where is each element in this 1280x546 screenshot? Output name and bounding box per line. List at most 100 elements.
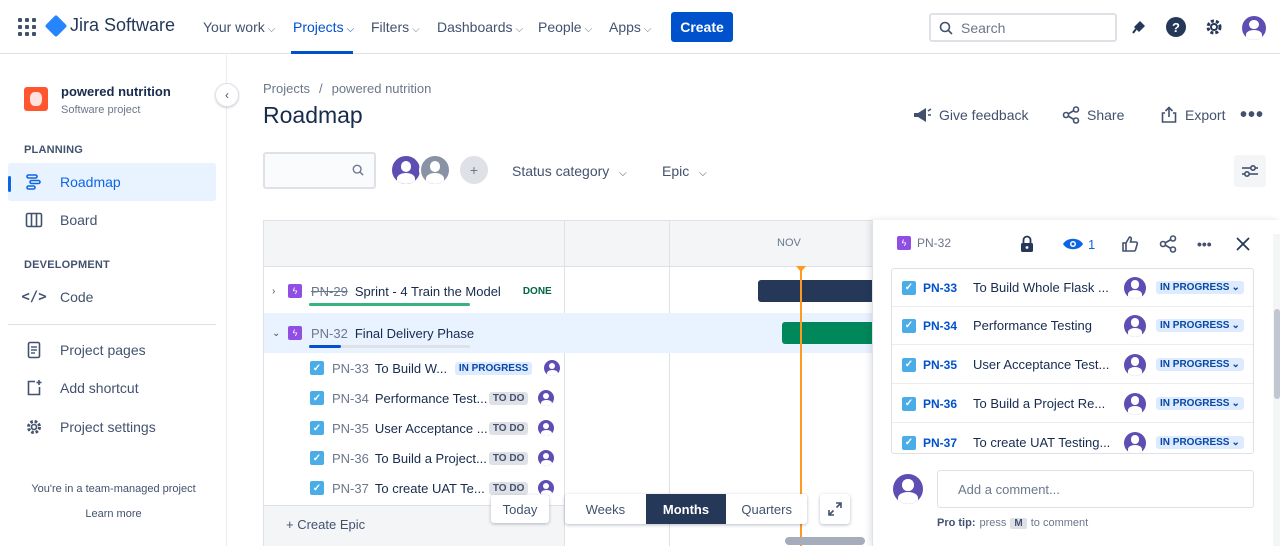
assignee-avatar[interactable] bbox=[1124, 314, 1146, 337]
eye-icon bbox=[1063, 238, 1083, 250]
issue-summary: User Acceptance ... bbox=[374, 420, 487, 436]
sidebar-item-project-settings[interactable]: Project settings bbox=[8, 408, 216, 446]
like-icon[interactable] bbox=[1121, 234, 1139, 254]
create-epic-button[interactable]: + Create Epic bbox=[286, 517, 365, 532]
sidebar-item-project-pages[interactable]: Project pages bbox=[8, 331, 216, 369]
export-button[interactable]: Export bbox=[1160, 106, 1225, 124]
issue-summary: Performance Testing bbox=[973, 318, 1092, 333]
close-icon[interactable] bbox=[1235, 234, 1251, 254]
settings-gear-icon[interactable] bbox=[1203, 16, 1225, 38]
breadcrumb-projects[interactable]: Projects bbox=[263, 81, 310, 96]
issue-key[interactable]: PN-34 bbox=[332, 391, 369, 406]
create-button[interactable]: Create bbox=[671, 12, 733, 42]
chevron-down-icon: ⌄ bbox=[1231, 320, 1240, 331]
child-issue-item[interactable]: ✓ PN-33 To Build Whole Flask ... IN PROG… bbox=[892, 269, 1253, 307]
share-label: Share bbox=[1087, 107, 1125, 123]
chevron-down-icon: ⌵ bbox=[699, 168, 707, 179]
issue-key[interactable]: PN-37 bbox=[923, 436, 957, 450]
zoom-weeks-button[interactable]: Weeks bbox=[565, 494, 646, 524]
task-icon: ✓ bbox=[310, 451, 324, 465]
issue-key[interactable]: PN-32 bbox=[311, 326, 348, 341]
help-icon[interactable]: ? bbox=[1165, 16, 1187, 38]
chevron-down-icon: ⌄ bbox=[1231, 359, 1240, 370]
share-icon[interactable] bbox=[1159, 234, 1177, 254]
app-switcher-icon[interactable] bbox=[18, 18, 36, 36]
horizontal-scrollbar[interactable] bbox=[785, 537, 865, 545]
chevron-right-icon[interactable]: › bbox=[272, 286, 286, 297]
global-search[interactable] bbox=[929, 13, 1117, 42]
chevron-down-icon: ⌵ bbox=[515, 24, 524, 35]
notifications-icon[interactable] bbox=[1128, 16, 1150, 38]
issue-key[interactable]: PN-36 bbox=[332, 451, 369, 466]
jira-logo[interactable]: Jira Software bbox=[44, 14, 175, 37]
status-dropdown[interactable]: IN PROGRESS ⌄ bbox=[1156, 436, 1244, 449]
chevron-down-icon[interactable]: ⌄ bbox=[272, 328, 286, 339]
issue-key[interactable]: PN-29 bbox=[311, 284, 348, 299]
chevron-down-icon: ⌵ bbox=[412, 24, 420, 35]
issue-key[interactable]: PN-35 bbox=[923, 358, 957, 372]
panel-issue-key[interactable]: ϟ PN-32 bbox=[897, 236, 951, 250]
view-settings-button[interactable] bbox=[1234, 155, 1266, 187]
unassigned-avatar-filter[interactable] bbox=[419, 154, 451, 186]
assignee-avatar bbox=[538, 420, 555, 436]
today-button[interactable]: Today bbox=[491, 495, 549, 523]
status-category-dropdown[interactable]: Status category ⌵ bbox=[512, 163, 627, 179]
zoom-months-button[interactable]: Months bbox=[645, 494, 727, 524]
more-actions-icon[interactable]: ••• bbox=[1197, 234, 1212, 254]
child-issue-item[interactable]: ✓ PN-35 User Acceptance Test... IN PROGR… bbox=[892, 346, 1253, 384]
issue-key[interactable]: PN-37 bbox=[332, 481, 369, 496]
export-icon bbox=[1161, 106, 1177, 123]
issue-key[interactable]: PN-34 bbox=[923, 319, 957, 333]
chevron-left-icon: ‹ bbox=[225, 88, 229, 102]
add-comment-field[interactable]: Add a comment... bbox=[937, 470, 1254, 508]
nav-dashboards[interactable]: Dashboards ⌵ bbox=[437, 19, 523, 35]
issue-key[interactable]: PN-33 bbox=[923, 281, 957, 295]
epic-bar-pn-29[interactable] bbox=[758, 280, 887, 302]
assignee-avatar-filter[interactable] bbox=[390, 154, 422, 186]
user-avatar[interactable] bbox=[1242, 16, 1266, 40]
epic-dropdown[interactable]: Epic ⌵ bbox=[662, 163, 707, 179]
task-icon: ✓ bbox=[310, 391, 324, 405]
status-dropdown[interactable]: IN PROGRESS ⌄ bbox=[1156, 358, 1244, 371]
roadmap-search-input[interactable] bbox=[263, 152, 376, 189]
give-feedback-button[interactable]: Give feedback bbox=[912, 106, 1029, 124]
sidebar-item-board[interactable]: Board bbox=[8, 201, 216, 239]
learn-more-link[interactable]: Learn more bbox=[0, 508, 227, 520]
sidebar-item-code[interactable]: </> Code bbox=[8, 278, 216, 316]
assignee-avatar[interactable] bbox=[1124, 353, 1146, 376]
child-issue-item[interactable]: ✓ PN-36 To Build a Project Re... IN PROG… bbox=[892, 385, 1253, 423]
current-user-avatar bbox=[893, 474, 923, 504]
issue-key[interactable]: PN-35 bbox=[332, 421, 369, 436]
breadcrumb-project[interactable]: powered nutrition bbox=[332, 81, 432, 96]
search-input[interactable] bbox=[961, 19, 1101, 36]
fullscreen-button[interactable] bbox=[820, 494, 850, 524]
nav-your-work[interactable]: Your work ⌵ bbox=[203, 19, 275, 35]
status-dropdown[interactable]: IN PROGRESS ⌄ bbox=[1156, 281, 1244, 294]
nav-people[interactable]: People ⌵ bbox=[538, 19, 592, 35]
roadmap-icon bbox=[24, 172, 44, 192]
status-dropdown[interactable]: IN PROGRESS ⌄ bbox=[1156, 319, 1244, 332]
lock-icon[interactable] bbox=[1019, 234, 1035, 254]
sidebar-item-label: Project settings bbox=[60, 419, 156, 435]
issue-key[interactable]: PN-33 bbox=[332, 361, 369, 376]
nav-projects[interactable]: Projects ⌵ bbox=[293, 19, 354, 35]
assignee-avatar[interactable] bbox=[1124, 431, 1146, 453]
zoom-quarters-button[interactable]: Quarters bbox=[726, 494, 807, 524]
status-dropdown[interactable]: IN PROGRESS ⌄ bbox=[1156, 397, 1244, 410]
child-issue-item[interactable]: ✓ PN-37 To create UAT Testing... IN PROG… bbox=[892, 424, 1253, 453]
share-button[interactable]: Share bbox=[1062, 106, 1124, 124]
sidebar-item-add-shortcut[interactable]: Add shortcut bbox=[8, 369, 216, 407]
assignee-avatar[interactable] bbox=[1124, 276, 1146, 299]
child-issue-item[interactable]: ✓ PN-34 Performance Testing IN PROGRESS ⌄ bbox=[892, 307, 1253, 345]
more-actions-icon[interactable]: ••• bbox=[1240, 104, 1264, 127]
panel-scrollbar[interactable] bbox=[1273, 234, 1280, 546]
nav-filters[interactable]: Filters ⌵ bbox=[371, 19, 420, 35]
nav-apps[interactable]: Apps ⌵ bbox=[609, 19, 652, 35]
assignee-avatar[interactable] bbox=[1124, 392, 1146, 415]
collapse-sidebar-button[interactable]: ‹ bbox=[215, 83, 239, 107]
issue-key[interactable]: PN-36 bbox=[923, 397, 957, 411]
breadcrumb: Projects / powered nutrition bbox=[263, 81, 431, 96]
add-people-icon[interactable]: + bbox=[458, 154, 490, 186]
sidebar-item-roadmap[interactable]: Roadmap bbox=[8, 163, 216, 201]
watch-button[interactable]: 1 bbox=[1062, 234, 1095, 254]
